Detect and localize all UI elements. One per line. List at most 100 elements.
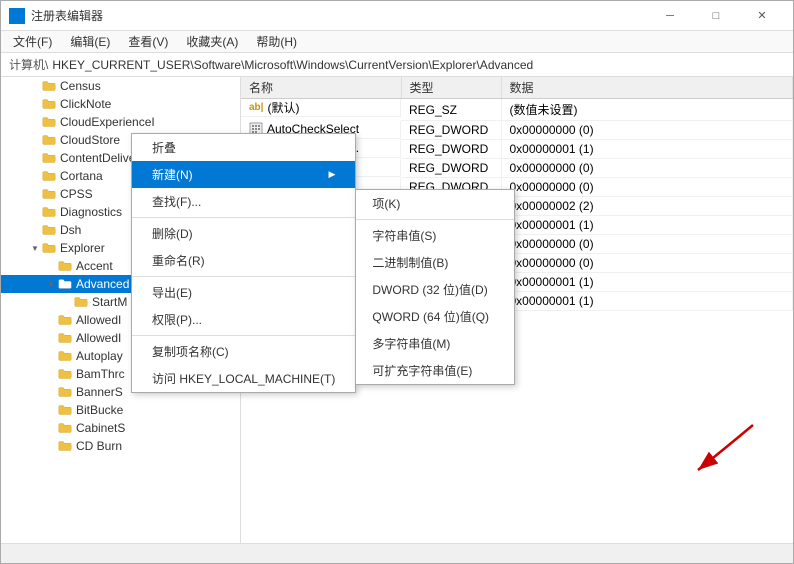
tree-item-label: BamThrc: [76, 367, 125, 381]
tree-item-label: Dsh: [60, 223, 81, 237]
reg-type: REG_DWORD: [401, 140, 501, 159]
menu-view[interactable]: 查看(V): [120, 31, 176, 52]
ctx-copy-name[interactable]: 复制项名称(C): [132, 338, 355, 365]
tree-expand-icon: [29, 152, 41, 164]
folder-icon: [57, 420, 73, 436]
tree-expand-icon: ▼: [45, 278, 57, 290]
tree-expand-icon: [29, 134, 41, 146]
tree-expand-icon: [61, 296, 73, 308]
tree-expand-icon: [45, 332, 57, 344]
folder-icon: [57, 366, 73, 382]
tree-item-label: BannerS: [76, 385, 123, 399]
tree-item-label: Accent: [76, 259, 113, 273]
tree-expand-icon: [45, 386, 57, 398]
tree-item-label: CabinetS: [76, 421, 125, 435]
ctx-new[interactable]: 新建(N) ▶: [132, 161, 355, 188]
ctx-sep-3: [132, 335, 355, 336]
menu-file[interactable]: 文件(F): [5, 31, 60, 52]
tree-item-label: Cortana: [60, 169, 103, 183]
folder-icon: [57, 312, 73, 328]
context-menu: 折叠 新建(N) ▶ 项(K) 字符串值(S) 二进制制值(B) DWORD (…: [131, 133, 356, 393]
folder-icon: [41, 204, 57, 220]
tree-item[interactable]: BitBucke: [1, 401, 240, 419]
col-name: 名称: [241, 77, 401, 99]
ctx-rename[interactable]: 重命名(R): [132, 247, 355, 274]
tree-item-label: Autoplay: [76, 349, 123, 363]
menu-favorites[interactable]: 收藏夹(A): [178, 31, 246, 52]
ctx-export[interactable]: 导出(E): [132, 279, 355, 306]
tree-item-label: StartM: [92, 295, 127, 309]
folder-icon: [57, 438, 73, 454]
folder-icon: [41, 240, 57, 256]
tree-item-label: Diagnostics: [60, 205, 122, 219]
reg-type: REG_SZ: [401, 99, 501, 121]
tree-item-label: ClickNote: [60, 97, 111, 111]
minimize-button[interactable]: ─: [647, 1, 693, 31]
reg-type: REG_DWORD: [401, 159, 501, 178]
close-button[interactable]: ✕: [739, 1, 785, 31]
reg-data: 0x00000000 (0): [501, 254, 793, 273]
tree-expand-icon: [45, 404, 57, 416]
tree-expand-icon: [29, 224, 41, 236]
ctx-visit-hklm[interactable]: 访问 HKEY_LOCAL_MACHINE(T): [132, 365, 355, 392]
sub-separator-1: [356, 219, 514, 220]
reg-data: 0x00000001 (1): [501, 273, 793, 292]
tree-expand-icon: [29, 98, 41, 110]
tree-expand-icon: [45, 350, 57, 362]
ctx-sep-2: [132, 276, 355, 277]
menu-help[interactable]: 帮助(H): [248, 31, 305, 52]
maximize-button[interactable]: □: [693, 1, 739, 31]
sub-item-dword32[interactable]: DWORD (32 位)值(D): [356, 276, 514, 303]
window-title: 注册表编辑器: [31, 7, 647, 24]
tree-expand-icon: [45, 314, 57, 326]
app-icon: [9, 8, 25, 24]
ctx-permissions[interactable]: 权限(P)...: [132, 306, 355, 333]
folder-icon: [41, 186, 57, 202]
sub-item-qword64[interactable]: QWORD (64 位)值(Q): [356, 303, 514, 330]
reg-data: (数值未设置): [501, 99, 793, 121]
tree-expand-icon: [29, 116, 41, 128]
folder-icon: [57, 384, 73, 400]
table-row[interactable]: ab|(默认) REG_SZ (数值未设置): [241, 99, 793, 121]
sub-item-expandstring[interactable]: 可扩充字符串值(E): [356, 357, 514, 384]
tree-expand-icon: [29, 170, 41, 182]
folder-icon: [41, 222, 57, 238]
reg-data: 0x00000001 (1): [501, 216, 793, 235]
tree-item[interactable]: Census: [1, 77, 240, 95]
ctx-find[interactable]: 查找(F)...: [132, 188, 355, 215]
sub-item-multistring[interactable]: 多字符串值(M): [356, 330, 514, 357]
tree-item-label: CloudExperienceI: [60, 115, 155, 129]
ctx-sep-1: [132, 217, 355, 218]
reg-type: REG_DWORD: [401, 121, 501, 140]
submenu-arrow: ▶: [328, 169, 335, 180]
reg-data: 0x00000002 (2): [501, 197, 793, 216]
reg-data: 0x00000000 (0): [501, 235, 793, 254]
tree-item[interactable]: CD Burn: [1, 437, 240, 455]
ctx-delete[interactable]: 删除(D): [132, 220, 355, 247]
tree-item-label: AllowedI: [76, 313, 121, 327]
tree-item[interactable]: ClickNote: [1, 95, 240, 113]
ctx-collapse[interactable]: 折叠: [132, 134, 355, 161]
sub-item-key[interactable]: 项(K): [356, 190, 514, 217]
folder-icon: [41, 78, 57, 94]
tree-expand-icon: [45, 260, 57, 272]
tree-item[interactable]: CabinetS: [1, 419, 240, 437]
sub-item-string[interactable]: 字符串值(S): [356, 222, 514, 249]
folder-icon: [57, 330, 73, 346]
window: 注册表编辑器 ─ □ ✕ 文件(F) 编辑(E) 查看(V) 收藏夹(A) 帮助…: [0, 0, 794, 564]
tree-item-label: BitBucke: [76, 403, 123, 417]
folder-icon: [57, 276, 73, 292]
sub-item-binary[interactable]: 二进制制值(B): [356, 249, 514, 276]
tree-item-label: Advanced: [76, 277, 129, 291]
tree-expand-icon: ▼: [29, 242, 41, 254]
tree-expand-icon: [29, 188, 41, 200]
folder-icon: [73, 294, 89, 310]
menu-edit[interactable]: 编辑(E): [62, 31, 118, 52]
folder-icon: [57, 258, 73, 274]
window-controls: ─ □ ✕: [647, 1, 785, 31]
address-bar: 计算机\ HKEY_CURRENT_USER\Software\Microsof…: [1, 53, 793, 77]
tree-item-label: CD Burn: [76, 439, 122, 453]
tree-item[interactable]: CloudExperienceI: [1, 113, 240, 131]
address-label-prefix: 计算机\: [9, 56, 48, 73]
reg-data: 0x00000000 (0): [501, 159, 793, 178]
